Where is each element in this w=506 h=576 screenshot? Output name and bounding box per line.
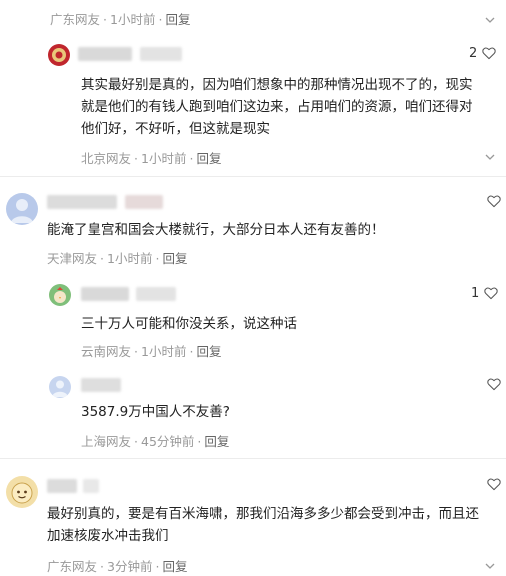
comment-meta: 广东网友 · 1小时前 · 回复 [50, 12, 191, 27]
reply-link[interactable]: 回复 [196, 344, 221, 359]
username-blurred[interactable] [81, 287, 129, 301]
comment-text: 三十万人可能和你没关系，说这种话 [81, 316, 297, 332]
time-label: 1小时前 [141, 151, 187, 166]
heart-outline-icon [487, 195, 501, 208]
username-blurred[interactable] [47, 195, 117, 209]
comment-meta: 北京网友 · 1小时前 · 回复 [81, 151, 222, 166]
location-label: 云南网友 [81, 344, 132, 359]
comment-text: 最好别真的，要是有百米海啸，那我们沿海多多少都会受到冲击，而且还加速核废水冲击我… [47, 506, 479, 544]
comment-meta: 云南网友 · 1小时前 · 回复 [81, 344, 222, 359]
divider [0, 458, 506, 459]
location-label: 北京网友 [81, 151, 132, 166]
location-label: 天津网友 [47, 251, 98, 266]
chevron-down-icon[interactable] [484, 560, 496, 572]
heart-outline-icon [487, 478, 501, 491]
like-button[interactable] [482, 376, 502, 392]
username-blurred[interactable] [47, 479, 77, 493]
time-label: 3分钟前 [107, 559, 153, 574]
like-button[interactable]: 1 [471, 285, 499, 301]
username-blurred [140, 47, 182, 61]
comment-meta: 广东网友 · 3分钟前 · 回复 [47, 559, 188, 574]
reply-link[interactable]: 回复 [162, 559, 187, 574]
divider [0, 176, 506, 177]
time-label: 1小时前 [107, 251, 153, 266]
like-button[interactable]: 2 [469, 45, 497, 61]
username-blurred[interactable] [81, 378, 121, 392]
location-label: 广东网友 [47, 559, 98, 574]
username-blurred [83, 479, 99, 493]
avatar-silhouette-icon [52, 380, 68, 397]
like-count: 1 [471, 285, 480, 301]
comment-text: 能淹了皇宫和国会大楼就行，大部分日本人还有友善的！ [47, 222, 385, 238]
like-button[interactable] [482, 476, 502, 492]
username-blurred [136, 287, 176, 301]
chevron-down-icon[interactable] [484, 14, 496, 26]
avatar-silhouette-icon [11, 199, 33, 223]
avatar-chicken-icon [54, 287, 66, 303]
chevron-down-icon[interactable] [484, 151, 496, 163]
avatar[interactable] [49, 376, 71, 398]
avatar-emblem-icon [52, 48, 66, 62]
time-label: 45分钟前 [141, 434, 195, 449]
reply-link[interactable]: 回复 [165, 12, 190, 27]
comment-text: 其实最好别是真的，因为咱们想象中的那种情况出现不了的，现实就是他们的有钱人跑到咱… [81, 77, 473, 137]
avatar[interactable] [6, 193, 38, 225]
avatar-cartoon-icon [11, 482, 33, 504]
comment-meta: 天津网友 · 1小时前 · 回复 [47, 251, 188, 266]
heart-outline-icon [484, 287, 498, 300]
like-count: 2 [469, 45, 478, 61]
like-button[interactable] [482, 193, 502, 209]
avatar[interactable] [48, 44, 70, 66]
time-label: 1小时前 [110, 12, 156, 27]
reply-link[interactable]: 回复 [204, 434, 229, 449]
heart-outline-icon [482, 47, 496, 60]
time-label: 1小时前 [141, 344, 187, 359]
username-blurred[interactable] [78, 47, 132, 61]
comment-text: 3587.9万中国人不友善? [81, 404, 230, 420]
avatar[interactable] [6, 476, 38, 508]
location-label: 广东网友 [50, 12, 101, 27]
location-label: 上海网友 [81, 434, 132, 449]
reply-link[interactable]: 回复 [162, 251, 187, 266]
reply-link[interactable]: 回复 [196, 151, 221, 166]
comment-meta: 上海网友 · 45分钟前 · 回复 [81, 434, 230, 449]
username-blurred [125, 195, 163, 209]
heart-outline-icon [487, 378, 501, 391]
avatar[interactable] [49, 284, 71, 306]
